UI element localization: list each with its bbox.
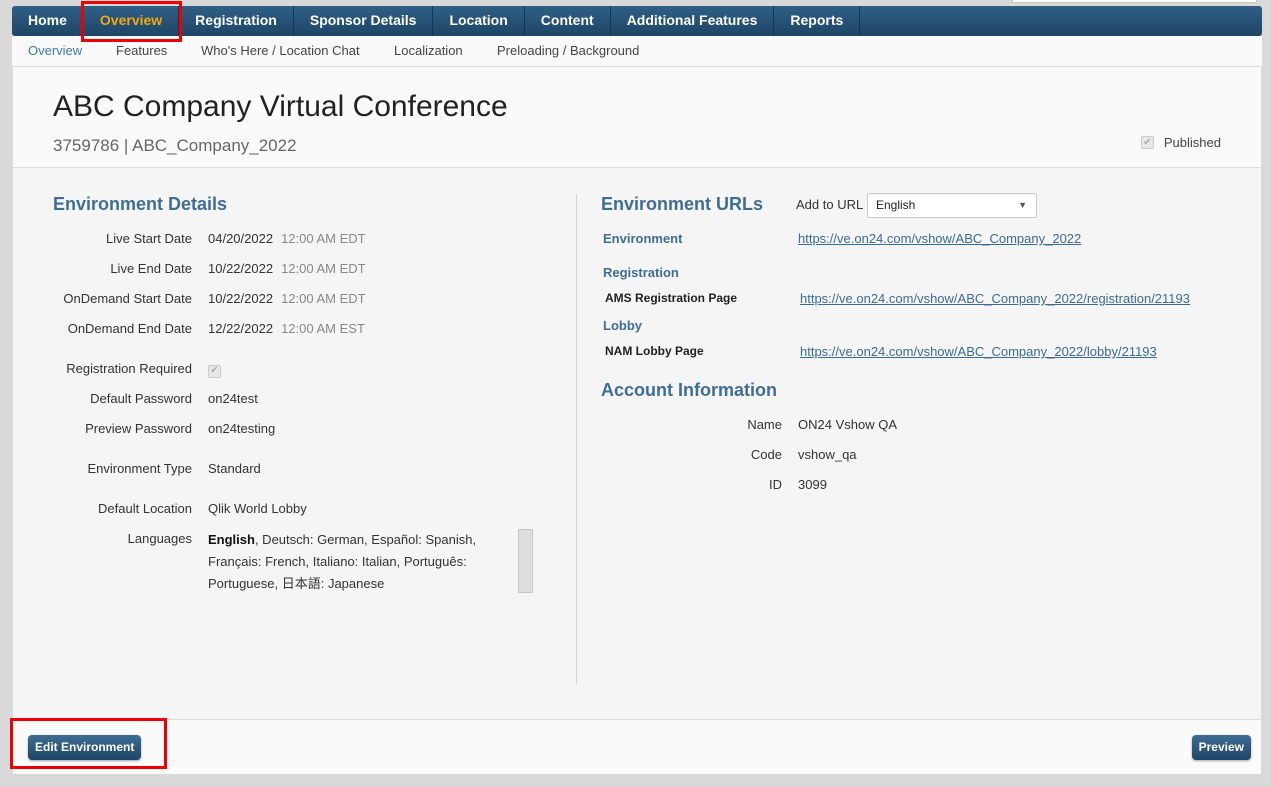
live-end-label: Live End Date: [110, 261, 192, 276]
environment-type-label: Environment Type: [87, 461, 192, 476]
nav-sponsor-details[interactable]: Sponsor Details: [294, 6, 434, 36]
preview-password-value: on24testing: [208, 421, 276, 436]
environment-url-link[interactable]: https://ve.on24.com/vshow/ABC_Company_20…: [798, 231, 1081, 246]
ondemand-start-label: OnDemand Start Date: [63, 291, 192, 306]
languages-label: Languages: [127, 531, 192, 546]
nav-overview[interactable]: Overview: [84, 6, 180, 36]
account-name-label: Name: [747, 417, 782, 432]
preview-button[interactable]: Preview: [1191, 735, 1251, 760]
subnav-localization[interactable]: Localization: [394, 43, 463, 58]
environment-url-label: Environment: [603, 231, 683, 246]
lobby-heading: Lobby: [603, 318, 642, 333]
nav-location[interactable]: Location: [433, 6, 525, 36]
nam-lobby-link[interactable]: https://ve.on24.com/vshow/ABC_Company_20…: [800, 344, 1157, 359]
default-location-label: Default Location: [98, 501, 192, 516]
sub-nav: Overview Features Who's Here / Location …: [12, 36, 1262, 67]
live-end-value: 10/22/2022 12:00 AM EDT: [208, 261, 366, 276]
overview-card: ABC Company Virtual Conference 3759786 |…: [12, 66, 1262, 774]
account-code-label: Code: [750, 447, 782, 462]
subnav-preloading[interactable]: Preloading / Background: [497, 43, 639, 58]
ondemand-end-label: OnDemand End Date: [67, 321, 192, 336]
column-divider: [576, 194, 577, 684]
languages-scrollbar[interactable]: [518, 529, 533, 593]
nav-reports[interactable]: Reports: [774, 6, 861, 36]
account-code-value: vshow_qa: [798, 447, 857, 462]
environment-details-heading: Environment Details: [53, 194, 228, 214]
default-location-value: Qlik World Lobby: [208, 501, 307, 516]
url-language-select[interactable]: English ▼: [867, 193, 1037, 218]
preview-password-label: Preview Password: [85, 421, 192, 436]
environment-urls-heading: Environment URLs: [601, 194, 764, 214]
published-label: Published: [1163, 135, 1221, 150]
nav-home[interactable]: Home: [12, 6, 84, 36]
primary-language: English: [208, 532, 255, 547]
registration-required-label: Registration Required: [66, 361, 192, 376]
add-to-url-label: Add to URL: [796, 197, 864, 212]
nav-additional-features[interactable]: Additional Features: [611, 6, 775, 36]
main-nav: Home Overview Registration Sponsor Detai…: [12, 6, 1262, 36]
registration-required-checkbox[interactable]: ✔: [208, 364, 221, 378]
account-information-heading: Account Information: [601, 380, 777, 400]
subnav-features[interactable]: Features: [116, 43, 167, 58]
account-name-value: ON24 Vshow QA: [798, 417, 897, 432]
nav-content[interactable]: Content: [525, 6, 611, 36]
page-title: ABC Company Virtual Conference: [53, 90, 508, 123]
ams-registration-label: AMS Registration Page: [605, 291, 738, 305]
default-password-value: on24test: [208, 391, 258, 406]
environment-type-value: Standard: [208, 461, 261, 476]
registration-required-value: ✔: [208, 361, 221, 378]
live-start-value: 04/20/2022 12:00 AM EDT: [208, 231, 366, 246]
ondemand-start-value: 10/22/2022 12:00 AM EDT: [208, 291, 366, 306]
chevron-down-icon: ▼: [1018, 200, 1027, 210]
ams-registration-link[interactable]: https://ve.on24.com/vshow/ABC_Company_20…: [800, 291, 1190, 306]
nav-registration[interactable]: Registration: [179, 6, 294, 36]
top-search-box: [1012, 0, 1257, 3]
subnav-overview[interactable]: Overview: [28, 43, 82, 58]
ondemand-end-value: 12/22/2022 12:00 AM EST: [208, 321, 365, 336]
registration-heading: Registration: [603, 265, 679, 280]
edit-environment-button[interactable]: Edit Environment: [28, 735, 142, 760]
page-header: ABC Company Virtual Conference 3759786 |…: [13, 67, 1261, 168]
default-password-label: Default Password: [90, 391, 192, 406]
account-id-label: ID: [769, 477, 782, 492]
published-status: ✔ Published: [1140, 135, 1221, 150]
account-id-value: 3099: [798, 477, 827, 492]
live-start-label: Live Start Date: [106, 231, 192, 246]
nam-lobby-label: NAM Lobby Page: [605, 344, 704, 358]
published-checkbox[interactable]: ✔: [1140, 136, 1154, 149]
languages-value: English, Deutsch: German, Español: Spani…: [208, 529, 493, 595]
card-footer: Edit Environment Preview: [13, 719, 1261, 774]
subnav-whos-here[interactable]: Who's Here / Location Chat: [201, 43, 360, 58]
page-subtitle: 3759786 | ABC_Company_2022: [53, 136, 297, 155]
